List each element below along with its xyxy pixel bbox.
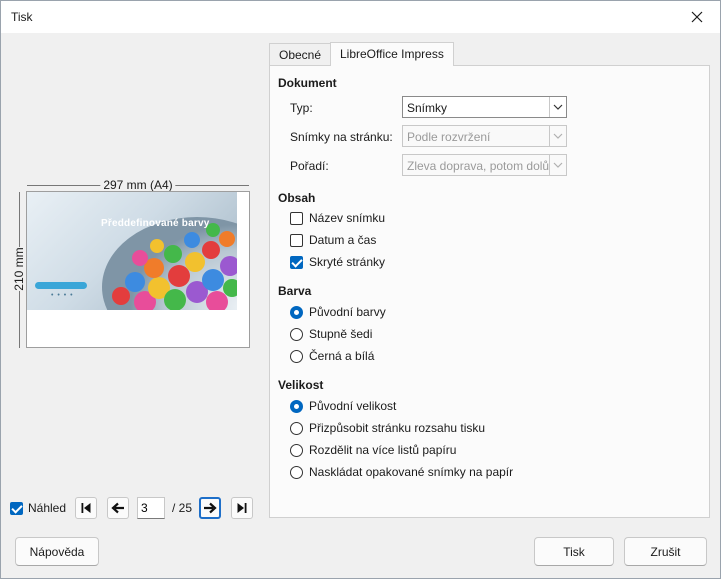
original-size-option[interactable]: Původní velikost <box>290 399 396 413</box>
last-page-button[interactable] <box>231 497 253 519</box>
tab-impress-label: LibreOffice Impress <box>340 47 444 61</box>
order-select: Zleva doprava, potom dolů <box>402 154 567 176</box>
tab-general-label: Obecné <box>279 48 322 62</box>
black-white-radio[interactable] <box>290 349 303 363</box>
slide-title: Předdefinované barvy <box>101 218 210 229</box>
window-title: Tisk <box>11 10 33 24</box>
close-icon <box>691 11 703 23</box>
slide-thumbnail: Předdefinované barvy • • • • <box>27 192 237 310</box>
grayscale-radio[interactable] <box>290 327 303 341</box>
tile-slides-label: Naskládat opakované snímky na papír <box>309 465 514 479</box>
tab-libreoffice-impress[interactable]: LibreOffice Impress <box>330 42 454 66</box>
close-button[interactable] <box>674 1 720 33</box>
distribute-on-sheets-option[interactable]: Rozdělit na více listů papíru <box>290 443 456 457</box>
size-heading: Velikost <box>278 378 324 392</box>
last-page-icon <box>237 503 247 513</box>
arrow-right-icon <box>204 502 217 514</box>
chevron-down-icon <box>549 155 566 175</box>
page-number-input[interactable] <box>137 497 165 519</box>
print-dialog: Tisk 297 mm (A4) 210 mm Předdefinované b… <box>0 0 721 579</box>
grayscale-option[interactable]: Stupně šedi <box>290 327 372 341</box>
date-time-checkbox[interactable] <box>290 233 303 247</box>
cancel-button[interactable]: Zrušit <box>624 537 707 566</box>
page-preview: Předdefinované barvy • • • • <box>26 191 250 348</box>
preview-checkbox-label: Náhled <box>28 501 67 515</box>
black-white-label: Černá a bílá <box>309 349 375 363</box>
date-time-option[interactable]: Datum a čas <box>290 233 376 247</box>
slide-dots: • • • • <box>51 292 74 299</box>
grayscale-label: Stupně šedi <box>309 327 373 341</box>
document-heading: Dokument <box>278 76 337 90</box>
original-size-radio[interactable] <box>290 399 303 413</box>
order-select-value: Zleva doprava, potom dolů <box>407 159 550 173</box>
fit-to-print-area-radio[interactable] <box>290 421 303 435</box>
slide-name-option[interactable]: Název snímku <box>290 211 385 225</box>
chevron-down-icon <box>549 97 566 117</box>
impress-options-panel: Dokument Typ: Snímky Snímky na stránku: … <box>269 65 710 518</box>
arrow-left-icon <box>111 502 124 514</box>
slide-name-label: Název snímku <box>309 211 386 225</box>
print-button[interactable]: Tisk <box>534 537 614 566</box>
print-button-label: Tisk <box>563 544 585 559</box>
page-width-label: 297 mm (A4) <box>100 178 176 192</box>
slides-per-page-value: Podle rozvržení <box>407 130 491 144</box>
slides-per-page-label: Snímky na stránku: <box>290 130 393 144</box>
next-page-button[interactable] <box>199 497 221 519</box>
type-select-value: Snímky <box>407 101 448 115</box>
black-white-option[interactable]: Černá a bílá <box>290 349 374 363</box>
original-size-label: Původní velikost <box>309 399 397 413</box>
order-label: Pořadí: <box>290 159 329 173</box>
preview-checkbox[interactable] <box>10 501 23 515</box>
hidden-pages-option[interactable]: Skryté stránky <box>290 255 385 269</box>
type-label: Typ: <box>290 101 313 115</box>
cancel-button-label: Zrušit <box>650 544 681 559</box>
title-bar: Tisk <box>1 1 720 33</box>
help-button-label: Nápověda <box>29 544 85 559</box>
tab-general[interactable]: Obecné <box>269 43 332 66</box>
color-heading: Barva <box>278 284 312 298</box>
page-height-label: 210 mm <box>12 247 26 291</box>
slide-accent-bar <box>35 282 87 289</box>
distribute-on-sheets-radio[interactable] <box>290 443 303 457</box>
slide-name-checkbox[interactable] <box>290 211 303 225</box>
original-colors-radio[interactable] <box>290 305 303 319</box>
page-total-label: / 25 <box>172 501 193 515</box>
distribute-on-sheets-label: Rozdělit na více listů papíru <box>309 443 457 457</box>
page-height-indicator: 210 mm <box>12 192 26 348</box>
contents-heading: Obsah <box>278 191 316 205</box>
preview-checkbox-option[interactable]: Náhled <box>10 501 66 515</box>
help-button[interactable]: Nápověda <box>15 537 99 566</box>
chevron-down-icon <box>549 126 566 146</box>
fit-to-print-area-option[interactable]: Přizpůsobit stránku rozsahu tisku <box>290 421 485 435</box>
original-colors-label: Původní barvy <box>309 305 386 319</box>
slides-per-page-select: Podle rozvržení <box>402 125 567 147</box>
tile-slides-radio[interactable] <box>290 465 303 479</box>
page-width-indicator: 297 mm (A4) <box>27 178 249 192</box>
date-time-label: Datum a čas <box>309 233 377 247</box>
fit-to-print-area-label: Přizpůsobit stránku rozsahu tisku <box>309 421 486 435</box>
tile-slides-option[interactable]: Naskládat opakované snímky na papír <box>290 465 513 479</box>
type-select[interactable]: Snímky <box>402 96 567 118</box>
original-colors-option[interactable]: Původní barvy <box>290 305 386 319</box>
first-page-icon <box>81 503 91 513</box>
previous-page-button[interactable] <box>107 497 129 519</box>
hidden-pages-label: Skryté stránky <box>309 255 386 269</box>
hidden-pages-checkbox[interactable] <box>290 255 303 269</box>
first-page-button[interactable] <box>75 497 97 519</box>
